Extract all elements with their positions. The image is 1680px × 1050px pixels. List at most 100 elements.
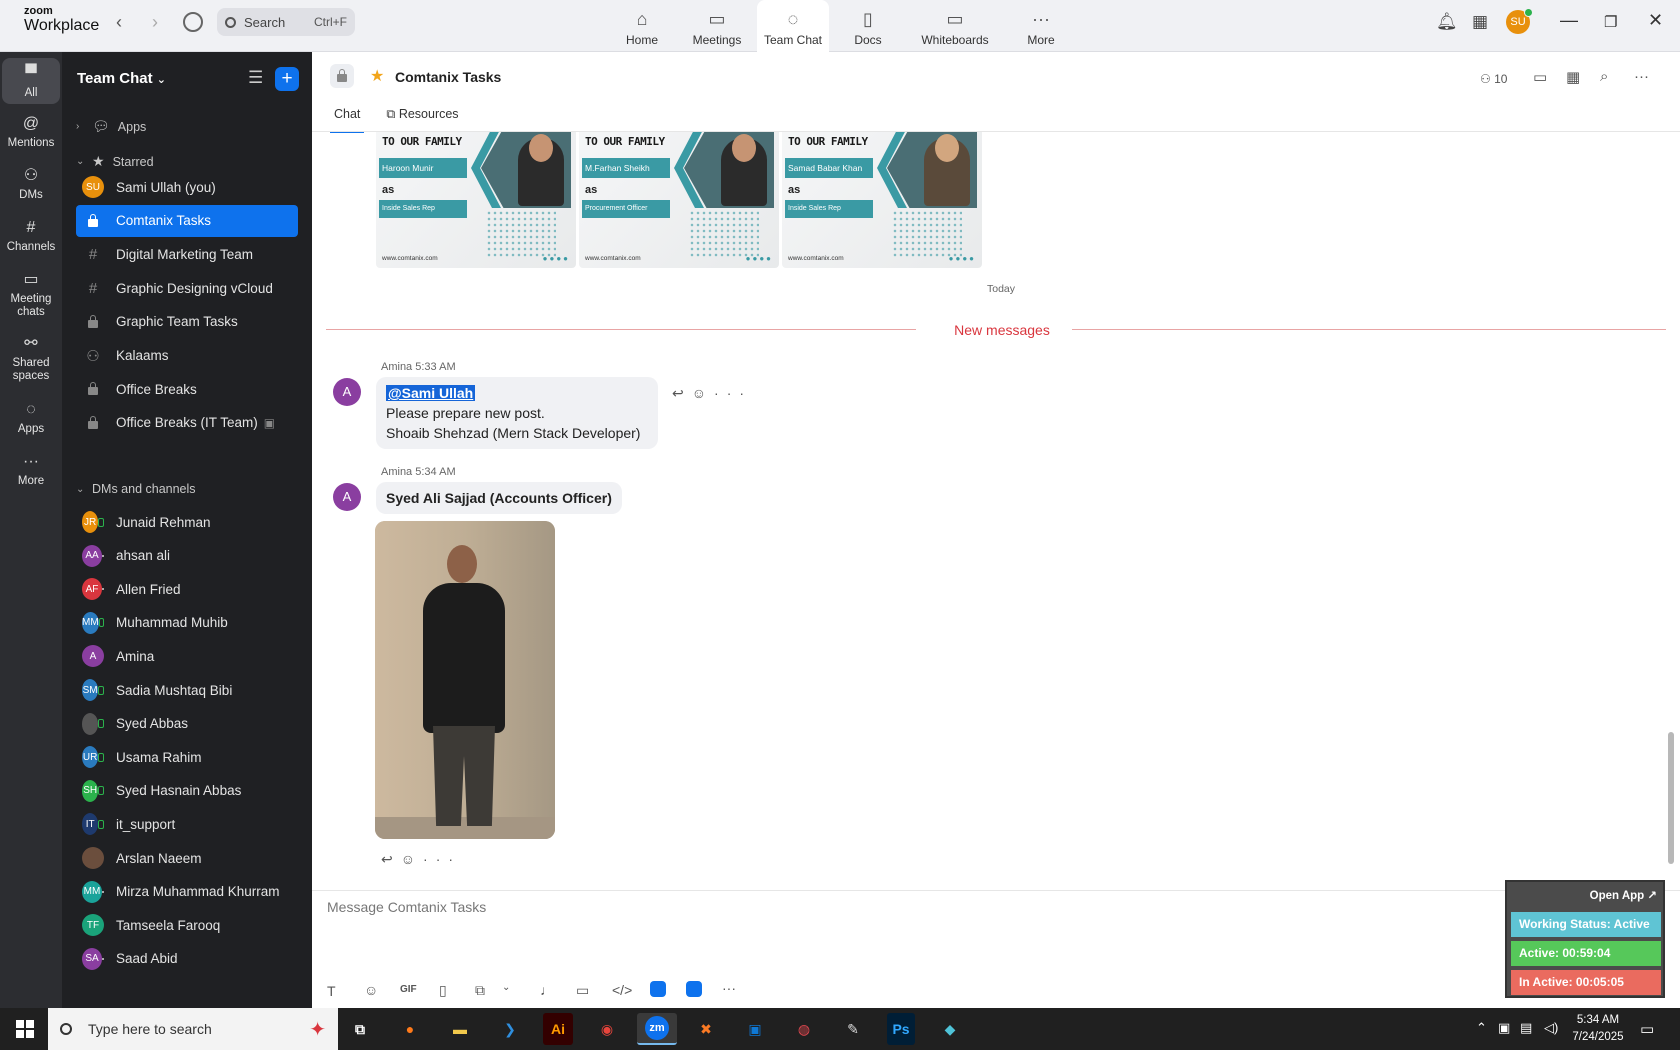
firefox-icon[interactable]: ● xyxy=(390,1013,430,1045)
rail-more[interactable]: ··· More xyxy=(2,452,60,487)
photo-attachment[interactable] xyxy=(375,521,555,839)
mention-link[interactable]: @Sami Ullah xyxy=(386,385,476,401)
chevron-down-icon[interactable]: ⌄ xyxy=(502,982,510,993)
tab-chat[interactable]: Chat xyxy=(330,107,365,133)
more-icon[interactable]: ··· xyxy=(714,385,752,401)
history-icon[interactable] xyxy=(183,12,203,32)
channel-title[interactable]: Comtanix Tasks xyxy=(395,69,501,85)
poster-image[interactable]: TO OUR FAMILY Samad Babar Khan as Inside… xyxy=(782,132,982,268)
notifications-icon[interactable]: ▭ xyxy=(1640,1020,1654,1038)
video-icon[interactable]: ▭ xyxy=(1533,68,1547,86)
search-input[interactable]: Search Ctrl+F xyxy=(217,8,355,36)
filter-icon[interactable]: ☰ xyxy=(248,68,263,88)
app-icon[interactable] xyxy=(686,981,702,997)
user-avatar[interactable]: SU xyxy=(1506,8,1533,34)
forward-arrow-icon[interactable]: › xyxy=(152,12,158,33)
volume-icon[interactable]: ◁) xyxy=(1544,1020,1558,1036)
format-text-icon[interactable]: T xyxy=(327,983,336,999)
members-button[interactable]: ⚇ 10 xyxy=(1480,72,1507,86)
screenshot-icon[interactable]: ⧉ xyxy=(475,982,485,999)
app-icon[interactable] xyxy=(650,981,666,997)
scrollbar[interactable] xyxy=(1668,732,1674,864)
xampp-icon[interactable]: ✖ xyxy=(686,1013,726,1045)
photoshop-icon[interactable]: Ps xyxy=(887,1013,915,1045)
rail-meeting-chats[interactable]: ▭ Meeting chats xyxy=(2,270,60,319)
gif-button[interactable]: GIF xyxy=(400,984,417,995)
tray-app-icon[interactable]: ▣ xyxy=(1498,1020,1510,1036)
rail-apps[interactable]: ◌ Apps xyxy=(2,400,60,435)
sidebar-item[interactable]: # Digital Marketing Team xyxy=(76,238,298,270)
back-arrow-icon[interactable]: ‹ xyxy=(116,12,122,33)
maximize-icon[interactable]: ❐ xyxy=(1604,13,1617,31)
dm-item[interactable]: Syed Abbas xyxy=(76,708,298,740)
rail-mentions[interactable]: @ Mentions xyxy=(2,114,60,149)
section-dms[interactable]: ⌄ DMs and channels xyxy=(76,482,196,496)
windows-start-icon[interactable] xyxy=(16,1020,34,1038)
dm-item[interactable]: SH Syed Hasnain Abbas xyxy=(76,775,298,807)
dm-item[interactable]: AF Allen Fried xyxy=(76,573,298,605)
illustrator-icon[interactable]: Ai xyxy=(543,1013,573,1045)
add-button[interactable]: + xyxy=(275,67,299,91)
section-starred[interactable]: ⌄ ★ Starred xyxy=(76,153,154,170)
message-bubble[interactable]: Syed Ali Sajjad (Accounts Officer) xyxy=(376,482,622,514)
dm-item[interactable]: IT it_support xyxy=(76,808,298,840)
message-bubble[interactable]: @Sami Ullah Please prepare new post. Sho… xyxy=(376,377,658,449)
sidebar-title[interactable]: Team Chat ⌄ xyxy=(77,70,166,87)
nav-docs[interactable]: ▯ Docs xyxy=(833,0,903,52)
vscode-icon[interactable]: ❯ xyxy=(490,1013,530,1045)
poster-image[interactable]: TO OUR FAMILY Haroon Munir as Inside Sal… xyxy=(376,132,576,268)
reply-icon[interactable]: ↩ xyxy=(381,851,401,867)
bell-icon[interactable]: 🔔︎ xyxy=(1436,12,1458,32)
nav-home[interactable]: ⌂ Home xyxy=(607,0,677,52)
emoji-reaction-icon[interactable]: ☺ xyxy=(692,385,714,401)
app-icon[interactable]: ◆ xyxy=(930,1013,970,1045)
dm-item[interactable]: SA Saad Abid xyxy=(76,943,298,975)
calendar-icon[interactable]: ▦ xyxy=(1472,12,1488,32)
star-icon[interactable]: ★ xyxy=(370,66,384,86)
clock[interactable]: 5:34 AM 7/24/2025 xyxy=(1562,1012,1634,1046)
sidebar-item[interactable]: Office Breaks (IT Team) ▣ xyxy=(76,407,298,439)
sidebar-item[interactable]: Comtanix Tasks xyxy=(76,204,298,237)
rail-dms[interactable]: ⚇ DMs xyxy=(2,166,60,201)
open-app-link[interactable]: Open App ↗ xyxy=(1590,888,1657,902)
file-icon[interactable]: ▯ xyxy=(439,982,447,999)
emoji-reaction-icon[interactable]: ☺ xyxy=(401,851,423,867)
dm-item[interactable]: SM Sadia Mushtaq Bibi xyxy=(76,674,298,706)
close-icon[interactable]: ✕ xyxy=(1648,10,1663,31)
video-message-icon[interactable]: ▭ xyxy=(576,982,589,999)
zoom-taskbar-icon[interactable]: zm xyxy=(637,1013,677,1045)
taskbar-search[interactable]: Type here to search ✦ xyxy=(48,1008,338,1050)
chrome-icon[interactable]: ◉ xyxy=(587,1013,627,1045)
file-explorer-icon[interactable]: ▬ xyxy=(440,1013,480,1045)
sidebar-item[interactable]: ⚇ Kalaams xyxy=(76,340,298,372)
sidebar-item[interactable]: SU Sami Ullah (you) xyxy=(76,171,298,203)
reply-icon[interactable]: ↩ xyxy=(672,385,692,401)
rail-channels[interactable]: # Channels xyxy=(2,218,60,253)
dm-item[interactable]: UR Usama Rahim xyxy=(76,741,298,773)
microphone-icon[interactable]: ♩ xyxy=(540,982,554,998)
network-icon[interactable]: ▤ xyxy=(1520,1020,1532,1036)
poster-image[interactable]: TO OUR FAMILY M.Farhan Sheikh as Procure… xyxy=(579,132,779,268)
nav-whiteboards[interactable]: ▭ Whiteboards xyxy=(912,0,998,52)
creative-cloud-icon[interactable]: ◍ xyxy=(784,1013,824,1045)
nav-meetings[interactable]: ▭ Meetings xyxy=(682,0,752,52)
task-view-icon[interactable]: ⧉ xyxy=(340,1013,380,1045)
avatar[interactable]: A xyxy=(333,378,361,406)
dm-item[interactable]: MM Muhammad Muhib xyxy=(76,607,298,639)
nav-team-chat[interactable]: ◌ Team Chat xyxy=(757,0,829,52)
avatar[interactable]: A xyxy=(333,483,361,511)
minimize-icon[interactable]: — xyxy=(1560,10,1578,31)
rail-shared-spaces[interactable]: ⚯ Shared spaces xyxy=(2,334,60,383)
calendar-icon[interactable]: ▦ xyxy=(1566,68,1580,86)
outlook-icon[interactable]: ▣ xyxy=(735,1013,775,1045)
nav-more[interactable]: ··· More xyxy=(1006,0,1076,52)
dm-item[interactable]: A Amina xyxy=(76,640,298,672)
search-icon[interactable]: ⌕ xyxy=(1600,68,1608,85)
dm-item[interactable]: TF Tamseela Farooq xyxy=(76,909,298,941)
chevron-up-icon[interactable]: ⌃ xyxy=(1476,1020,1487,1036)
message-input[interactable] xyxy=(327,899,1377,915)
emoji-icon[interactable]: ☺ xyxy=(364,982,378,998)
tab-resources[interactable]: ⧉ Resources xyxy=(382,107,462,133)
pen-tool-icon[interactable]: ✎ xyxy=(833,1013,873,1045)
sidebar-item[interactable]: Graphic Team Tasks xyxy=(76,306,298,338)
